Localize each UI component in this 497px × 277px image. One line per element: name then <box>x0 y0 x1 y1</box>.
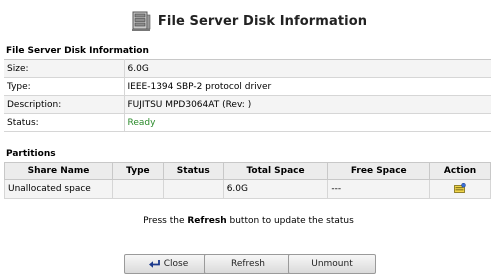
info-row-description: Description: FUJITSU MPD3064AT (Rev: ) <box>4 95 491 114</box>
create-share-icon[interactable] <box>454 182 466 193</box>
type-label: Type: <box>4 77 125 96</box>
free-space-cell: --- <box>327 179 431 199</box>
unmount-button-label: Unmount <box>311 259 353 269</box>
col-action: Action <box>429 162 491 180</box>
status-label: Status: <box>4 113 125 132</box>
page-header: File Server Disk Information <box>0 9 497 33</box>
action-cell <box>429 179 491 199</box>
description-value: FUJITSU MPD3064AT (Rev: ) <box>124 95 491 114</box>
partitions-header-row: Share Name Type Status Total Space Free … <box>4 162 491 180</box>
refresh-hint: Press the Refresh button to update the s… <box>0 216 497 226</box>
disk-info-table: Size: 6.0G Type: IEEE-1394 SBP-2 protoco… <box>4 59 491 132</box>
total-space-cell: 6.0G <box>222 179 329 199</box>
hint-suffix: button to update the status <box>229 216 354 226</box>
table-row: Unallocated space 6.0G --- <box>4 179 491 199</box>
type-cell <box>111 179 164 199</box>
page-title: File Server Disk Information <box>157 13 368 29</box>
partitions-table: Share Name Type Status Total Space Free … <box>4 162 491 199</box>
hint-prefix: Press the <box>143 216 185 226</box>
refresh-button[interactable]: Refresh <box>204 254 292 274</box>
unmount-button[interactable]: Unmount <box>288 254 376 274</box>
partitions-heading: Partitions <box>6 149 56 159</box>
size-value: 6.0G <box>124 59 491 78</box>
col-type: Type <box>111 162 164 180</box>
col-share-name: Share Name <box>4 162 113 180</box>
description-label: Description: <box>4 95 125 114</box>
size-label: Size: <box>4 59 125 78</box>
share-name-cell: Unallocated space <box>4 179 113 199</box>
col-status: Status <box>162 162 224 180</box>
close-button-label: Close <box>163 259 189 269</box>
refresh-button-label: Refresh <box>231 259 265 269</box>
close-button[interactable]: Close <box>124 254 212 274</box>
info-row-status: Status: Ready <box>4 113 491 132</box>
info-row-type: Type: IEEE-1394 SBP-2 protocol driver <box>4 77 491 96</box>
status-cell <box>162 179 224 199</box>
status-value: Ready <box>124 113 491 132</box>
hint-refresh-word: Refresh <box>187 216 227 226</box>
back-arrow-icon <box>148 259 160 269</box>
disk-info-heading: File Server Disk Information <box>6 46 149 56</box>
action-buttons: Close Refresh Unmount <box>0 254 497 274</box>
info-row-size: Size: 6.0G <box>4 59 491 78</box>
file-server-icon <box>130 10 152 32</box>
col-free-space: Free Space <box>327 162 431 180</box>
type-value: IEEE-1394 SBP-2 protocol driver <box>124 77 491 96</box>
col-total-space: Total Space <box>222 162 329 180</box>
